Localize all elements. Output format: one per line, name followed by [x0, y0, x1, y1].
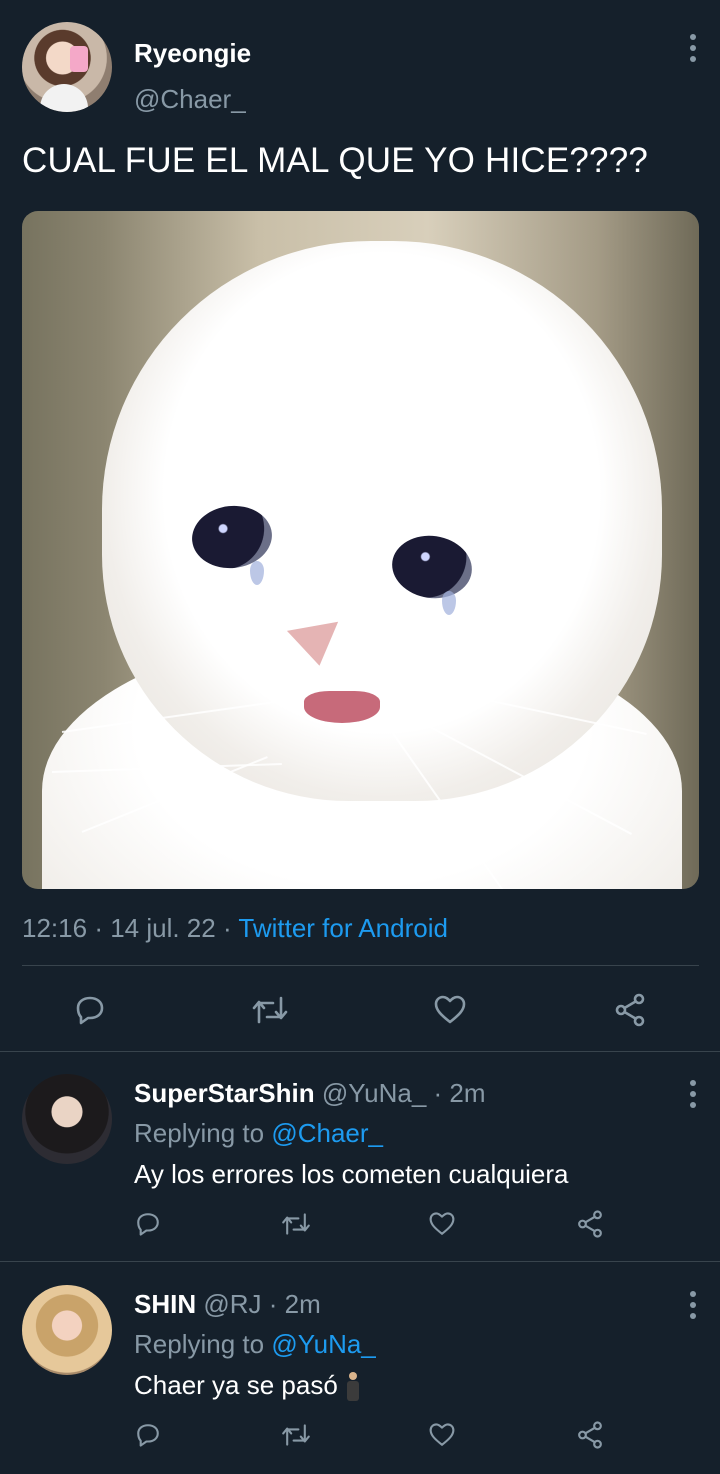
reply-tweet[interactable]: SHIN @RJ · 2m Replying to @YuNa_ Chaer y…: [0, 1263, 720, 1474]
reply-text-line: Chaer ya se pasó: [134, 1370, 360, 1402]
tweet-date: 14 jul. 22: [110, 913, 216, 943]
like-icon: [429, 1212, 455, 1235]
reply-display-name[interactable]: SuperStarShin: [134, 1078, 315, 1108]
tweet-detail-page: Ryeongie @Chaer_ CUAL FUE EL MAL QUE YO …: [0, 0, 720, 1474]
person-emoji-icon: [346, 1372, 360, 1402]
retweet-button[interactable]: [278, 1208, 314, 1240]
reply-icon: [76, 996, 104, 1025]
meta-separator: ·: [94, 913, 111, 943]
share-icon: [615, 993, 645, 1027]
retweet-button[interactable]: [248, 990, 292, 1030]
reply-button[interactable]: [132, 1208, 164, 1240]
author-handle[interactable]: @Chaer_: [134, 84, 246, 115]
retweet-icon: [282, 1424, 310, 1446]
retweet-icon: [282, 1213, 310, 1235]
reply-author-avatar[interactable]: [22, 1285, 112, 1375]
like-icon: [434, 995, 466, 1024]
cat-mouth: [304, 691, 380, 723]
share-icon: [578, 1210, 602, 1238]
replying-to-line: Replying to @Chaer_: [134, 1118, 383, 1149]
retweet-icon: [252, 996, 288, 1024]
tweet-text: CUAL FUE EL MAL QUE YO HICE????: [22, 141, 649, 180]
replying-label: Replying to: [134, 1118, 265, 1148]
like-button[interactable]: [430, 990, 470, 1030]
author-display-name[interactable]: Ryeongie: [134, 38, 251, 69]
tweet-source-link[interactable]: Twitter for Android: [238, 913, 448, 943]
share-button[interactable]: [574, 1208, 606, 1240]
replying-to-mention[interactable]: @YuNa_: [271, 1329, 375, 1359]
avatar-shirt-detail: [40, 84, 88, 112]
reply-handle[interactable]: @YuNa_: [322, 1078, 426, 1108]
more-options-icon[interactable]: [683, 30, 703, 66]
reply-icon: [137, 1213, 159, 1236]
share-button[interactable]: [610, 990, 650, 1030]
share-button[interactable]: [574, 1419, 606, 1451]
reply-text: Chaer ya se pasó: [134, 1370, 338, 1400]
tweet-time: 12:16: [22, 913, 88, 943]
reply-time: · 2m: [433, 1078, 486, 1108]
reply-header: SHIN @RJ · 2m: [134, 1289, 321, 1320]
reply-author-avatar[interactable]: [22, 1074, 112, 1164]
replying-label: Replying to: [134, 1329, 265, 1359]
share-icon: [578, 1421, 602, 1449]
more-options-icon[interactable]: [683, 1076, 703, 1112]
reply-icon: [137, 1424, 159, 1447]
more-options-icon[interactable]: [683, 1287, 703, 1323]
like-icon: [429, 1423, 455, 1446]
reply-time: · 2m: [268, 1289, 321, 1319]
main-tweet: Ryeongie @Chaer_ CUAL FUE EL MAL QUE YO …: [0, 0, 720, 1052]
reply-button[interactable]: [132, 1419, 164, 1451]
tweet-meta: 12:16 · 14 jul. 22 · Twitter for Android: [22, 913, 448, 944]
like-button[interactable]: [426, 1208, 458, 1240]
reply-header: SuperStarShin @YuNa_ · 2m: [134, 1078, 486, 1109]
replying-to-mention[interactable]: @Chaer_: [271, 1118, 383, 1148]
reply-handle[interactable]: @RJ: [203, 1289, 261, 1319]
reply-text: Ay los errores los cometen cualquiera: [134, 1159, 569, 1189]
tweet-media-image[interactable]: [22, 211, 699, 889]
retweet-button[interactable]: [278, 1419, 314, 1451]
cat-head: [102, 241, 662, 801]
reply-tweet[interactable]: SuperStarShin @YuNa_ · 2m Replying to @C…: [0, 1052, 720, 1262]
reply-button[interactable]: [70, 990, 110, 1030]
avatar-phone-detail: [70, 46, 88, 72]
divider: [22, 965, 699, 966]
replying-to-line: Replying to @YuNa_: [134, 1329, 376, 1360]
author-avatar[interactable]: [22, 22, 112, 112]
meta-separator: ·: [222, 913, 239, 943]
like-button[interactable]: [426, 1419, 458, 1451]
reply-display-name[interactable]: SHIN: [134, 1289, 196, 1319]
